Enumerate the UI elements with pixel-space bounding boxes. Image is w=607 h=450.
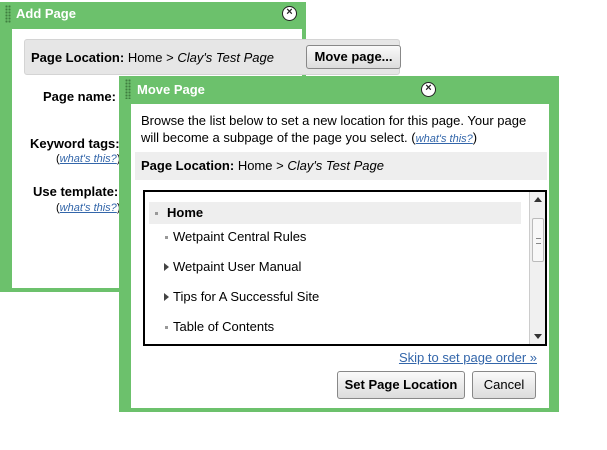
set-page-location-button[interactable]: Set Page Location	[337, 371, 465, 399]
skip-to-set-page-order-link[interactable]: Skip to set page order »	[399, 350, 537, 365]
tree-item-table-of-contents[interactable]: Table of Contents	[151, 316, 274, 338]
expand-arrow-icon[interactable]	[164, 293, 169, 301]
scroll-down-arrow-icon[interactable]	[534, 334, 542, 339]
tree-item-label: Wetpaint User Manual	[173, 259, 302, 274]
scroll-up-arrow-icon[interactable]	[534, 197, 542, 202]
tree-item-label: Table of Contents	[173, 319, 275, 334]
tree-item-label: Home	[167, 205, 204, 220]
cancel-button[interactable]: Cancel	[472, 371, 536, 399]
move-page-button[interactable]: Move page...	[306, 45, 401, 69]
tree-item-wetpaint-user-manual[interactable]: Wetpaint User Manual	[151, 256, 301, 278]
move-location-label: Page Location:	[141, 158, 235, 173]
keyword-tags-label: Keyword tags:	[30, 136, 120, 151]
bullet-icon	[155, 212, 158, 215]
page-location-path: Home >	[127, 50, 178, 65]
close-icon[interactable]: ×	[282, 6, 297, 21]
bullet-icon	[165, 236, 168, 239]
expand-arrow-icon[interactable]	[164, 263, 169, 271]
page-location-strip: Page Location: Home > Clay's Test Page M…	[24, 39, 401, 75]
use-template-help: (what's this?)	[56, 202, 120, 214]
tree-item-label: Wetpaint Central Rules	[173, 229, 307, 244]
move-page-location-text: Page Location: Home > Clay's Test Page	[141, 158, 384, 173]
keyword-tags-help: (what's this?)	[56, 153, 120, 165]
tree-scrollbar[interactable]	[529, 192, 545, 344]
move-page-location-strip: Page Location: Home > Clay's Test Page	[135, 152, 547, 180]
help-close-paren: )	[472, 130, 478, 145]
drag-grip-icon[interactable]	[125, 79, 131, 99]
keyword-tags-whats-this-link[interactable]: what's this?	[60, 153, 117, 165]
tree-item-wetpaint-central-rules[interactable]: Wetpaint Central Rules	[151, 226, 306, 248]
page-location-page: Clay's Test Page	[177, 50, 274, 65]
add-page-titlebar[interactable]: Add Page ×	[0, 2, 306, 26]
page-tree[interactable]: Home Wetpaint Central Rules Wetpaint Use…	[143, 190, 547, 346]
thumb-grip-icon	[536, 238, 541, 244]
tree-item-home[interactable]: Home	[149, 202, 521, 224]
page-location-label: Page Location:	[31, 50, 125, 65]
move-instructions: Browse the list below to set a new locat…	[141, 112, 541, 148]
move-location-path: Home >	[237, 158, 288, 173]
bullet-icon	[165, 326, 168, 329]
page-name-label: Page name:	[43, 89, 116, 104]
scrollbar-thumb[interactable]	[532, 218, 544, 262]
tree-item-label: Tips for A Successful Site	[173, 289, 320, 304]
page-location-text: Page Location: Home > Clay's Test Page	[31, 50, 274, 65]
use-template-label: Use template:	[33, 184, 119, 199]
move-page-title: Move Page	[137, 82, 205, 97]
use-template-whats-this-link[interactable]: what's this?	[60, 202, 117, 214]
move-location-page: Clay's Test Page	[287, 158, 384, 173]
move-page-dialog: Move Page × Browse the list below to set…	[119, 76, 559, 412]
tree-item-tips-for-a-successful-site[interactable]: Tips for A Successful Site	[151, 286, 319, 308]
add-page-title: Add Page	[16, 6, 76, 21]
move-whats-this-link[interactable]: what's this?	[416, 133, 473, 145]
drag-grip-icon[interactable]	[5, 5, 11, 23]
close-icon[interactable]: ×	[421, 82, 436, 97]
move-page-titlebar[interactable]: Move Page ×	[119, 76, 559, 100]
move-page-body: Browse the list below to set a new locat…	[131, 104, 549, 408]
